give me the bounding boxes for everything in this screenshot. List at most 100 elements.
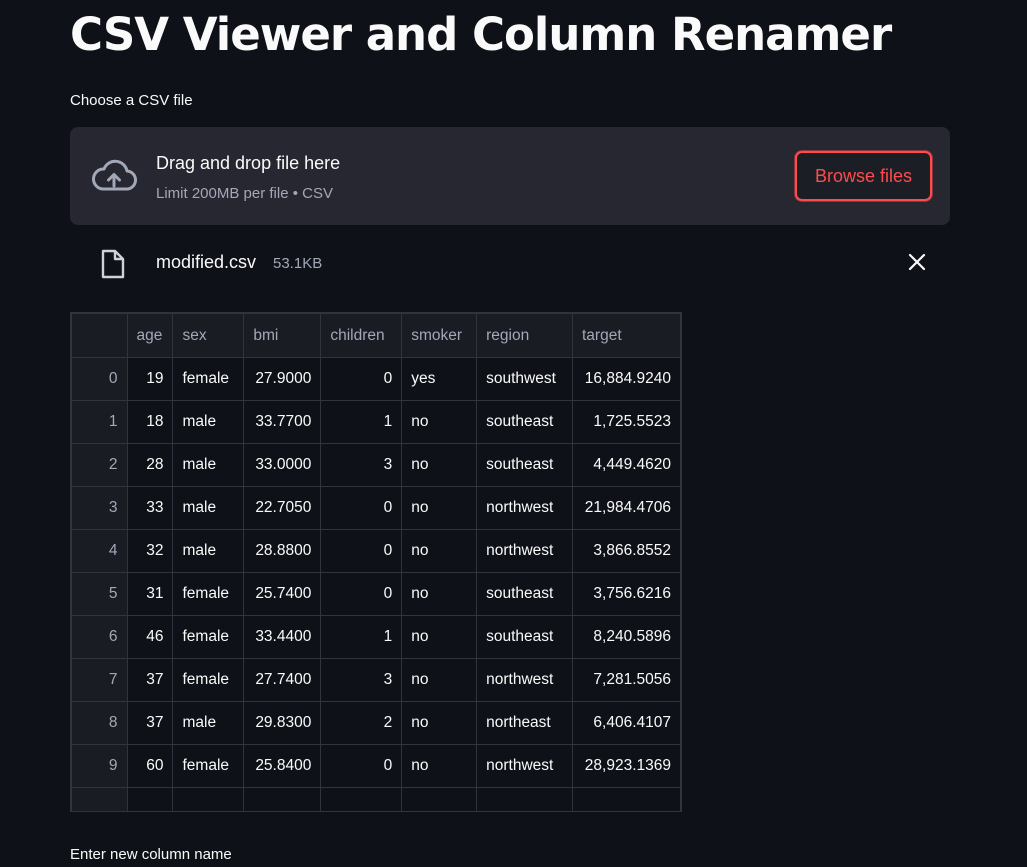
cell-target[interactable]: 3,866.8552 xyxy=(571,529,681,573)
app-page: CSV Viewer and Column Renamer Choose a C… xyxy=(0,0,1027,867)
cell-smoker[interactable]: no xyxy=(401,572,478,616)
cell-bmi[interactable]: 25.8400 xyxy=(243,744,322,788)
cell-region[interactable]: northwest xyxy=(476,529,573,573)
column-header-region[interactable]: region xyxy=(476,313,573,358)
cell-age[interactable]: 37 xyxy=(126,658,174,702)
cell-target[interactable]: 1,725.5523 xyxy=(571,400,681,444)
table-row: 6 46 female 33.4400 1 no southeast 8,240.5896 xyxy=(71,615,681,659)
cell-age[interactable]: 37 xyxy=(126,701,174,745)
column-header-target[interactable]: target xyxy=(571,313,681,358)
cell-smoker[interactable]: no xyxy=(401,701,478,745)
table-row: 4 32 male 28.8800 0 no northwest 3,866.8552 xyxy=(71,529,681,573)
cell-bmi[interactable]: 27.9000 xyxy=(243,357,322,401)
cell-sex[interactable]: male xyxy=(172,701,245,745)
table-row: 5 31 female 25.7400 0 no southeast 3,756.6216 xyxy=(71,572,681,616)
cell-smoker[interactable]: no xyxy=(401,658,478,702)
cell-age[interactable]: 46 xyxy=(126,615,174,659)
cell-children[interactable]: 0 xyxy=(320,486,403,530)
cell-sex[interactable]: male xyxy=(172,486,245,530)
cell-smoker[interactable]: no xyxy=(401,615,478,659)
cell-bmi[interactable]: 27.7400 xyxy=(243,658,322,702)
cell-age[interactable]: 33 xyxy=(126,486,174,530)
row-index-cell: 7 xyxy=(71,658,128,702)
cell-region[interactable]: southeast xyxy=(476,615,573,659)
cell-children[interactable]: 1 xyxy=(320,400,403,444)
column-header-smoker[interactable]: smoker xyxy=(401,313,478,358)
cell-region[interactable]: northwest xyxy=(476,486,573,530)
cell-region[interactable]: northwest xyxy=(476,658,573,702)
cell-target[interactable]: 4,449.4620 xyxy=(571,443,681,487)
cell-smoker[interactable]: no xyxy=(401,443,478,487)
column-header-sex[interactable]: sex xyxy=(172,313,245,358)
cell-bmi[interactable] xyxy=(243,787,322,811)
cell-children[interactable]: 1 xyxy=(320,615,403,659)
cell-smoker[interactable]: no xyxy=(401,486,478,530)
row-index-cell: 8 xyxy=(71,701,128,745)
cell-region[interactable]: southwest xyxy=(476,357,573,401)
cell-children[interactable]: 0 xyxy=(320,744,403,788)
cell-region[interactable] xyxy=(476,787,573,811)
cell-smoker[interactable]: yes xyxy=(401,357,478,401)
cell-sex[interactable]: male xyxy=(172,529,245,573)
cell-smoker[interactable]: no xyxy=(401,400,478,444)
cloud-upload-icon xyxy=(90,156,138,196)
cell-children[interactable]: 0 xyxy=(320,357,403,401)
cell-region[interactable]: northwest xyxy=(476,744,573,788)
cell-bmi[interactable]: 25.7400 xyxy=(243,572,322,616)
row-index-cell: 5 xyxy=(71,572,128,616)
cell-bmi[interactable]: 33.4400 xyxy=(243,615,322,659)
cell-target[interactable]: 6,406.4107 xyxy=(571,701,681,745)
cell-children[interactable]: 3 xyxy=(320,443,403,487)
cell-target[interactable]: 21,984.4706 xyxy=(571,486,681,530)
cell-smoker[interactable]: no xyxy=(401,744,478,788)
cell-sex[interactable] xyxy=(172,787,245,811)
cell-sex[interactable]: female xyxy=(172,572,245,616)
cell-target[interactable] xyxy=(571,787,681,811)
column-header-age[interactable]: age xyxy=(126,313,174,358)
cell-age[interactable]: 19 xyxy=(126,357,174,401)
file-icon xyxy=(101,249,125,279)
row-index-cell: 6 xyxy=(71,615,128,659)
cell-children[interactable]: 0 xyxy=(320,572,403,616)
cell-target[interactable]: 8,240.5896 xyxy=(571,615,681,659)
cell-children[interactable]: 3 xyxy=(320,658,403,702)
column-header-bmi[interactable]: bmi xyxy=(243,313,322,358)
cell-children[interactable]: 2 xyxy=(320,701,403,745)
cell-bmi[interactable]: 22.7050 xyxy=(243,486,322,530)
cell-sex[interactable]: male xyxy=(172,400,245,444)
cell-target[interactable]: 3,756.6216 xyxy=(571,572,681,616)
file-dropzone[interactable]: Drag and drop file here Limit 200MB per … xyxy=(70,127,950,225)
cell-age[interactable]: 60 xyxy=(126,744,174,788)
cell-smoker[interactable] xyxy=(401,787,478,811)
dataframe[interactable]: age sex bmi children smoker region targe… xyxy=(70,312,682,812)
cell-sex[interactable]: female xyxy=(172,357,245,401)
cell-region[interactable]: southeast xyxy=(476,572,573,616)
cell-target[interactable]: 7,281.5056 xyxy=(571,658,681,702)
cell-age[interactable] xyxy=(126,787,174,811)
cell-smoker[interactable]: no xyxy=(401,529,478,573)
browse-files-button[interactable]: Browse files xyxy=(795,151,932,201)
cell-age[interactable]: 28 xyxy=(126,443,174,487)
close-icon[interactable] xyxy=(906,251,928,273)
column-header-index xyxy=(71,313,128,358)
cell-age[interactable]: 31 xyxy=(126,572,174,616)
cell-target[interactable]: 28,923.1369 xyxy=(571,744,681,788)
cell-bmi[interactable]: 29.8300 xyxy=(243,701,322,745)
cell-bmi[interactable]: 28.8800 xyxy=(243,529,322,573)
cell-sex[interactable]: female xyxy=(172,744,245,788)
cell-age[interactable]: 32 xyxy=(126,529,174,573)
cell-bmi[interactable]: 33.7700 xyxy=(243,400,322,444)
cell-bmi[interactable]: 33.0000 xyxy=(243,443,322,487)
cell-age[interactable]: 18 xyxy=(126,400,174,444)
cell-sex[interactable]: male xyxy=(172,443,245,487)
cell-sex[interactable]: female xyxy=(172,615,245,659)
cell-sex[interactable]: female xyxy=(172,658,245,702)
cell-target[interactable]: 16,884.9240 xyxy=(571,357,681,401)
table-row: 8 37 male 29.8300 2 no northeast 6,406.4107 xyxy=(71,701,681,745)
column-header-children[interactable]: children xyxy=(320,313,403,358)
cell-region[interactable]: northeast xyxy=(476,701,573,745)
cell-children[interactable]: 0 xyxy=(320,529,403,573)
cell-children[interactable] xyxy=(320,787,403,811)
cell-region[interactable]: southeast xyxy=(476,443,573,487)
cell-region[interactable]: southeast xyxy=(476,400,573,444)
